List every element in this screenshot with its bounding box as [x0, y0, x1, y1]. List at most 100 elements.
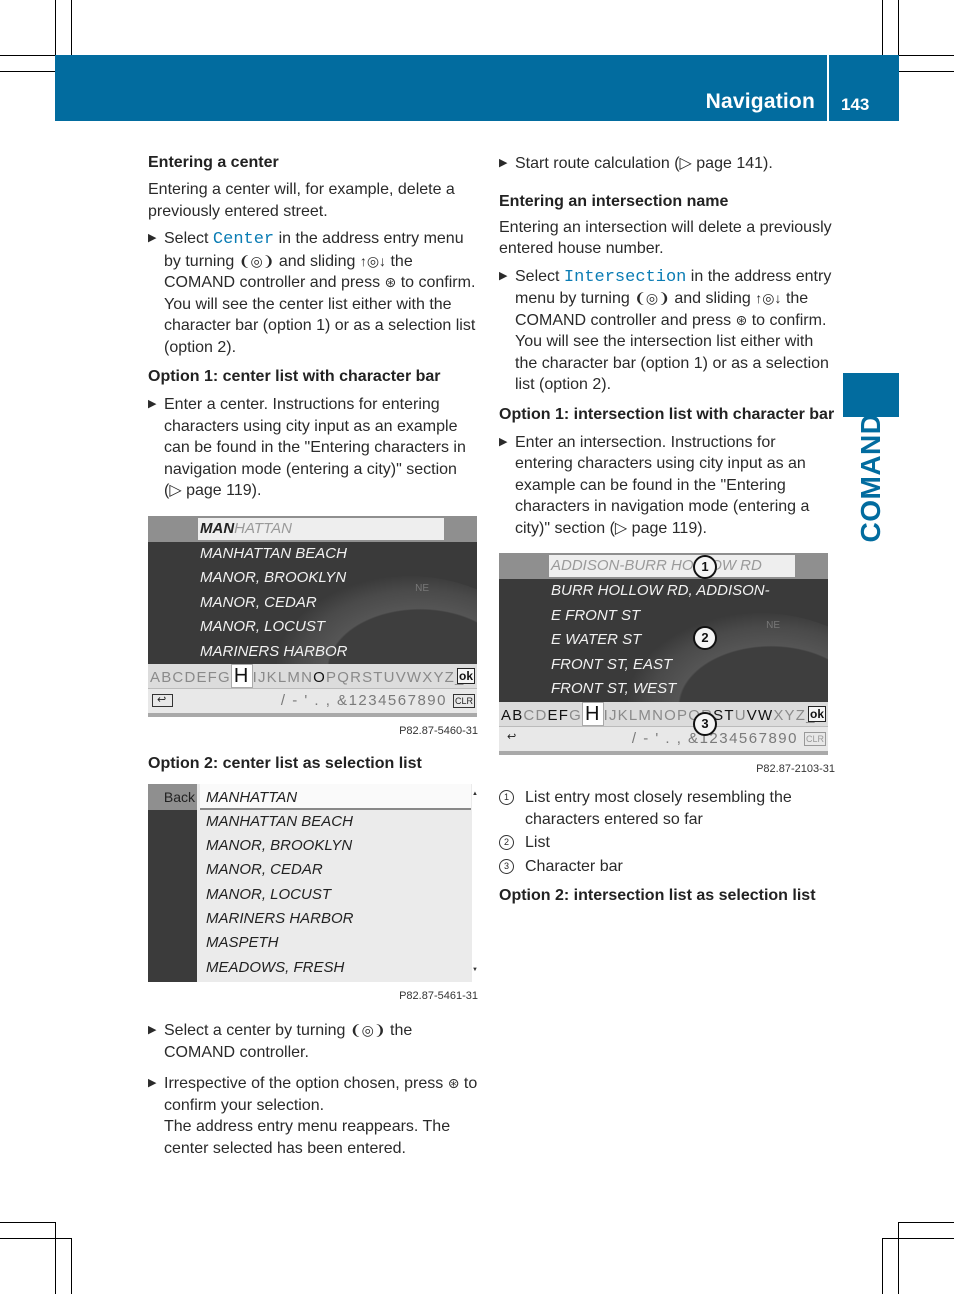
- comand-screen: NE ADDISON-BURR HOLLOW RD BURR HOLLOW RD…: [499, 553, 828, 755]
- ok-button[interactable]: ok: [456, 668, 475, 684]
- bullet-triangle-icon: ▶: [499, 157, 508, 169]
- section-title: Navigation: [705, 90, 815, 113]
- menu-item-center: Center: [212, 230, 275, 249]
- legend-item: 3 Character bar: [499, 856, 835, 878]
- list-item[interactable]: MASPETH: [206, 931, 354, 955]
- scroll-down-icon: ▼: [472, 967, 478, 973]
- crop-mark: [899, 1222, 954, 1223]
- crop-mark: [0, 1222, 55, 1223]
- legend-number: 1: [499, 790, 514, 805]
- crop-mark: [882, 0, 883, 55]
- legend-number: 2: [499, 835, 514, 850]
- heading-option1-center: Option 1: center list with character bar: [148, 368, 441, 385]
- intersection-intro: Entering an intersection will delete a p…: [499, 218, 832, 258]
- menu-item-intersection: Intersection: [563, 267, 687, 287]
- crop-mark: [71, 1238, 72, 1294]
- figure-center-selection: Back MANHATTAN MANHATTAN BEACH MANOR, BR…: [148, 783, 478, 1008]
- list-item[interactable]: MANOR, BROOKLYN: [206, 834, 354, 858]
- closest-entry-bar: ADDISON-BURR HOLLOW RD: [499, 553, 828, 579]
- press-controller-icon: ⊛: [447, 1075, 460, 1091]
- back-column: [148, 783, 197, 982]
- crop-mark: [55, 1222, 56, 1294]
- list-item[interactable]: E FRONT ST: [499, 604, 828, 629]
- crop-mark: [0, 71, 55, 72]
- list-item[interactable]: FRONT ST, EAST: [499, 653, 828, 678]
- closest-entry[interactable]: MANHATTAN: [198, 517, 444, 540]
- list-item[interactable]: MANOR, LOCUST: [148, 615, 477, 640]
- crop-mark: [71, 0, 72, 55]
- press-controller-icon: ⊛: [735, 311, 748, 328]
- figure-caption: P82.87-2103-31: [756, 762, 835, 775]
- ok-button[interactable]: ok: [807, 705, 826, 722]
- symbol-characters[interactable]: / - ' . , &1234567890: [281, 689, 447, 713]
- scrollbar[interactable]: ▲ ▼: [472, 783, 478, 982]
- list-item[interactable]: MANHATTAN BEACH: [148, 542, 477, 567]
- press-controller-icon: ⊛: [384, 274, 397, 290]
- legend-number: 3: [499, 858, 514, 874]
- slide-controller-icon: ↑◎↓: [359, 252, 387, 269]
- callout-1: 1: [693, 555, 717, 579]
- clear-button[interactable]: CLR: [803, 731, 826, 746]
- list-item[interactable]: FRONT ST, WEST: [499, 677, 828, 702]
- bullet-triangle-icon: ▶: [148, 232, 157, 244]
- crop-mark: [899, 55, 954, 56]
- symbol-bar[interactable]: ↩ / - ' . , &1234567890 CLR: [148, 688, 477, 717]
- selection-list: MANHATTAN MANHATTAN BEACH MANOR, BROOKLY…: [206, 786, 354, 980]
- header-divider: [827, 55, 829, 121]
- list-item[interactable]: E WATER ST: [499, 628, 828, 653]
- center-intro: Entering a center will, for example, del…: [148, 181, 455, 220]
- heading-intersection: Entering an intersection name: [499, 192, 729, 210]
- heading-entering-center: Entering a center: [148, 154, 279, 171]
- current-character[interactable]: H: [581, 701, 604, 726]
- current-character[interactable]: H: [230, 664, 253, 688]
- legend: 1 List entry most closely resembling the…: [499, 787, 835, 877]
- closest-entry[interactable]: ADDISON-BURR HOLLOW RD: [549, 555, 795, 577]
- bullet-triangle-icon: ▶: [499, 435, 508, 448]
- bullet-triangle-icon: ▶: [148, 1077, 157, 1089]
- scroll-up-icon: ▲: [472, 790, 478, 797]
- list-item[interactable]: MANOR, LOCUST: [206, 883, 354, 907]
- list-item[interactable]: MANHATTAN: [206, 786, 354, 810]
- list-item[interactable]: MARINERS HARBOR: [148, 640, 477, 665]
- figure-intersection-charbar: NE ADDISON-BURR HOLLOW RD BURR HOLLOW RD…: [499, 553, 835, 780]
- slide-controller-icon: ↑◎↓: [755, 290, 782, 306]
- page-number: 143: [841, 95, 870, 114]
- legend-item: 2 List: [499, 832, 835, 854]
- step-select-center: ▶ Select Center in the address entry men…: [148, 228, 478, 358]
- clear-button[interactable]: CLR: [452, 694, 475, 708]
- turn-controller-icon: ❨◎❩: [238, 252, 275, 269]
- step-select-intersection: ▶ Select Intersection in the address ent…: [499, 266, 835, 396]
- bullet-triangle-icon: ▶: [499, 269, 508, 282]
- character-bar[interactable]: ABCDEFG H IJKLMNOPQRSTUVWXYZ_ ok: [148, 664, 477, 688]
- crop-mark: [899, 71, 954, 72]
- step-select-center-list: ▶ Select a center by turning ❨◎❩ the COM…: [148, 1022, 413, 1061]
- bullet-triangle-icon: ▶: [148, 1024, 157, 1036]
- list-item[interactable]: MARINERS HARBOR: [206, 907, 354, 931]
- selection-list-screen: Back MANHATTAN MANHATTAN BEACH MANOR, BR…: [148, 783, 478, 982]
- crop-mark: [898, 0, 899, 55]
- list-item[interactable]: BURR HOLLOW RD, ADDISON-: [499, 579, 828, 604]
- crop-mark: [55, 0, 56, 55]
- list-item[interactable]: MANOR, CEDAR: [206, 858, 354, 882]
- chapter-tab: [843, 373, 899, 417]
- step-route-calculation: ▶ Start route calculation (▷ page 141).: [499, 153, 835, 175]
- list-item[interactable]: MANHATTAN BEACH: [206, 810, 354, 834]
- crop-mark: [898, 1222, 899, 1294]
- back-icon[interactable]: ↩: [503, 731, 522, 743]
- heading-option2-intersection: Option 2: intersection list as selection…: [499, 887, 816, 904]
- right-column: ▶ Start route calculation (▷ page 141). …: [499, 153, 835, 907]
- back-icon[interactable]: ↩: [152, 694, 173, 707]
- character-bar[interactable]: ABCDEFG H IJKLMNOPQRSTUVWXYZ_ ok: [499, 701, 828, 726]
- turn-controller-icon: ❨◎❩: [634, 290, 670, 306]
- step-note: You will see the center list either with…: [164, 295, 476, 356]
- list-item[interactable]: MANOR, CEDAR: [148, 591, 477, 616]
- list-item[interactable]: MEADOWS, FRESH: [206, 956, 354, 980]
- list-item[interactable]: MANOR, BROOKLYN: [148, 566, 477, 591]
- step-confirm: ▶ Irrespective of the option chosen, pre…: [148, 1073, 478, 1159]
- chapter-label: COMAND: [855, 413, 886, 543]
- symbol-bar[interactable]: ↩ / - ' . , &1234567890 CLR: [499, 725, 828, 755]
- heading-option1-intersection: Option 1: intersection list with charact…: [499, 405, 835, 423]
- back-button[interactable]: Back: [148, 783, 197, 810]
- figure-center-charbar: NE MANHATTAN MANHATTAN BEACH MANOR, BROO…: [148, 515, 478, 743]
- step-enter-intersection: ▶ Enter an intersection. Instructions fo…: [499, 433, 810, 537]
